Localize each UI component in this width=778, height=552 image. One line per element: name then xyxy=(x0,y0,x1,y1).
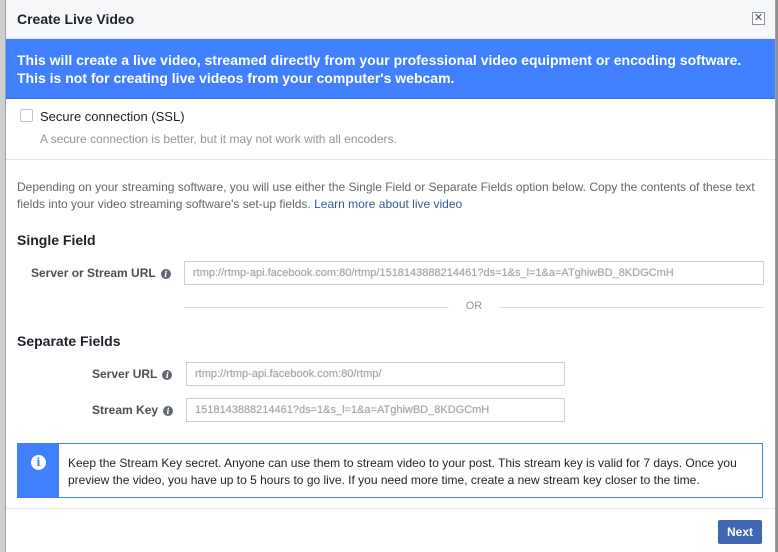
info-banner: This will create a live video, streamed … xyxy=(6,39,775,99)
create-live-video-dialog: Create Live Video ✕ This will create a l… xyxy=(5,0,776,552)
next-button[interactable]: Next xyxy=(717,520,762,544)
info-circle-icon: i xyxy=(31,455,46,470)
or-divider: OR xyxy=(184,300,764,314)
dialog-footer: Next xyxy=(6,508,775,552)
dialog-title: Create Live Video xyxy=(17,11,135,27)
learn-more-link[interactable]: Learn more about live video xyxy=(314,197,462,211)
divider-line-right xyxy=(499,307,764,308)
ssl-checkbox[interactable] xyxy=(20,109,33,122)
notice-icon-panel: i xyxy=(18,444,59,497)
server-url-label: Server URL i xyxy=(92,367,173,381)
stream-url-input[interactable]: rtmp://rtmp-api.facebook.com:80/rtmp/151… xyxy=(184,261,764,285)
info-icon[interactable]: i xyxy=(160,269,171,279)
server-url-input[interactable]: rtmp://rtmp-api.facebook.com:80/rtmp/ xyxy=(186,362,565,386)
info-icon[interactable]: i xyxy=(163,406,174,416)
close-button[interactable]: ✕ xyxy=(752,12,765,25)
stream-key-notice: i Keep the Stream Key secret. Anyone can… xyxy=(17,443,763,498)
notice-text: Keep the Stream Key secret. Anyone can u… xyxy=(68,456,737,487)
stream-key-input[interactable]: 1518143888214461?ds=1&s_l=1&a=ATghiwBD_8… xyxy=(186,398,565,422)
server-url-label-text: Server URL xyxy=(92,367,158,381)
server-or-stream-url-label: Server or Stream URL i xyxy=(31,266,171,280)
stream-key-label-text: Stream Key xyxy=(92,403,159,417)
close-icon: ✕ xyxy=(753,12,764,24)
info-icon[interactable]: i xyxy=(162,370,173,380)
ssl-help-text: A secure connection is better, but it ma… xyxy=(40,132,397,146)
single-field-heading: Single Field xyxy=(17,232,96,248)
separate-fields-heading: Separate Fields xyxy=(17,333,121,349)
stream-key-label: Stream Key i xyxy=(92,403,174,417)
ssl-section: Secure connection (SSL) A secure connect… xyxy=(6,99,775,160)
streaming-description: Depending on your streaming software, yo… xyxy=(17,179,763,213)
or-text: OR xyxy=(465,300,483,312)
server-or-stream-url-label-text: Server or Stream URL xyxy=(31,266,156,280)
ssl-checkbox-label[interactable]: Secure connection (SSL) xyxy=(40,109,185,124)
dialog-header: Create Live Video ✕ xyxy=(6,0,775,39)
